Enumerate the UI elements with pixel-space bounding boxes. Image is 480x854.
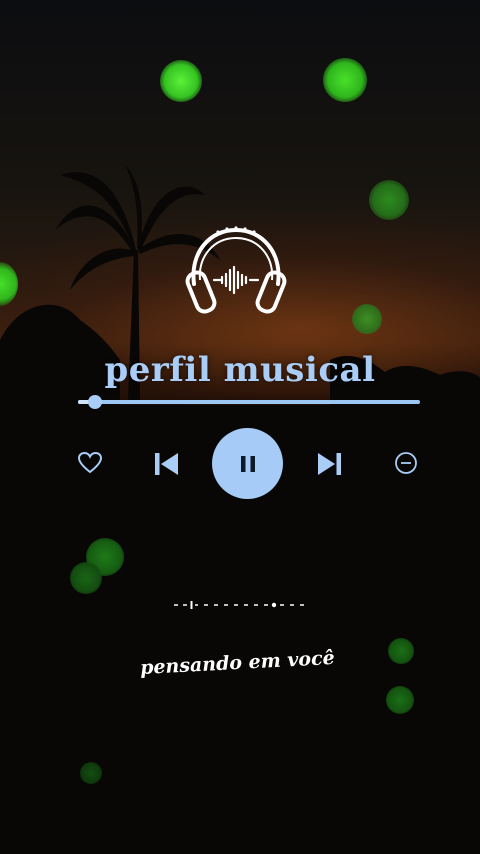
like-button[interactable] xyxy=(74,448,106,478)
green-bokeh-light xyxy=(70,562,102,594)
heart-icon xyxy=(77,451,103,474)
green-bokeh-light xyxy=(388,638,414,664)
green-bokeh-light xyxy=(323,58,367,102)
pause-icon xyxy=(240,455,255,472)
green-bokeh-light xyxy=(352,304,382,334)
track-title: perfil musical xyxy=(104,350,376,390)
skip-previous-icon xyxy=(155,453,178,475)
green-bokeh-light xyxy=(160,60,202,102)
minus-circle-icon xyxy=(395,452,417,474)
skip-next-icon xyxy=(318,453,341,475)
lyrics-progress-dashes xyxy=(174,601,304,609)
next-button[interactable] xyxy=(314,448,346,480)
play-pause-button[interactable] xyxy=(212,428,283,499)
green-bokeh-light xyxy=(369,180,409,220)
progress-thumb[interactable] xyxy=(88,395,103,409)
previous-button[interactable] xyxy=(150,448,182,480)
headphones-icon xyxy=(185,226,287,314)
progress-bar[interactable] xyxy=(78,395,420,409)
palm-tree-silhouette xyxy=(0,165,480,854)
green-bokeh-light xyxy=(80,762,102,784)
green-bokeh-light xyxy=(386,686,414,714)
remove-button[interactable] xyxy=(392,449,420,477)
